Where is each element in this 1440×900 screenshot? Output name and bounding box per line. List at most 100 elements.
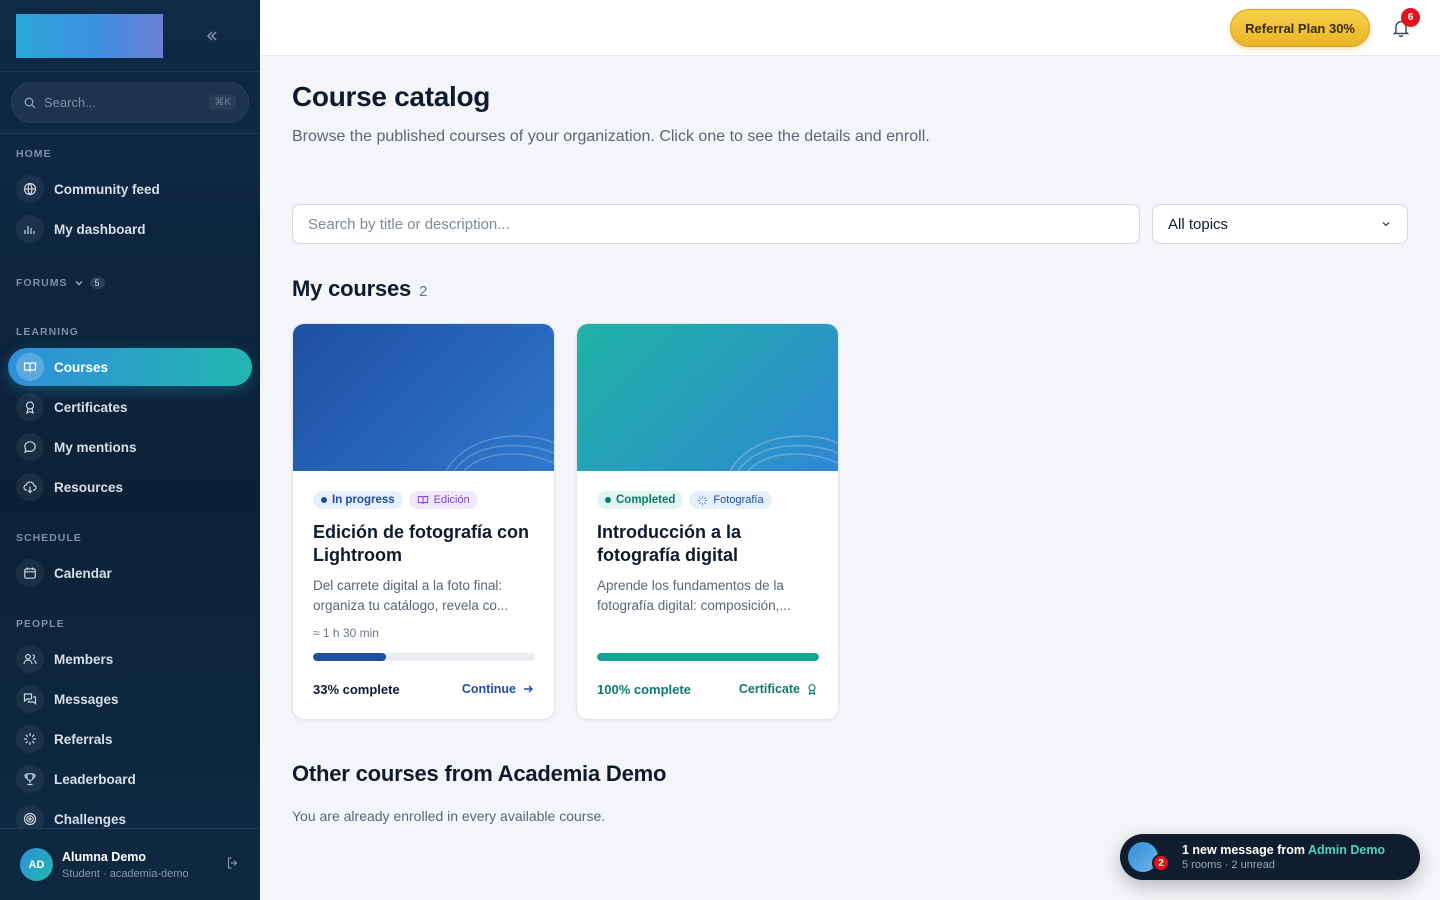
sidebar-item-label: Calendar xyxy=(54,565,112,581)
search-shortcut: ⌘K xyxy=(209,95,236,110)
toast-prefix: 1 new message from xyxy=(1182,843,1305,857)
chevron-down-icon xyxy=(75,281,82,286)
user-name: Alumna Demo xyxy=(62,849,147,864)
top-bar: Referral Plan 30% 6 xyxy=(260,0,1440,56)
course-duration: ≈ 1 h 30 min xyxy=(313,626,379,640)
section-learning: LEARNING xyxy=(16,326,79,338)
course-card[interactable]: Completed Fotografía Introducción a la f… xyxy=(576,323,839,720)
sidebar-item-referrals[interactable]: Referrals xyxy=(8,720,252,758)
award-icon xyxy=(808,684,816,695)
continue-button[interactable]: Continue xyxy=(462,682,534,696)
other-courses-heading: Other courses from Academia Demo xyxy=(292,761,667,786)
course-description: Aprende los fundamentos de la fotografía… xyxy=(597,576,820,616)
toast-title: 1 new message from Admin Demo xyxy=(1182,843,1385,857)
sidebar-item-community-feed[interactable]: Community feed xyxy=(8,170,252,208)
topic-select-value: All topics xyxy=(1168,215,1229,233)
sidebar-item-label: Community feed xyxy=(54,181,160,197)
toast-sender: Admin Demo xyxy=(1307,843,1386,857)
sidebar-item-label: Leaderboard xyxy=(54,771,136,787)
course-search-placeholder: Search by title or description... xyxy=(308,215,510,233)
forums-toggle[interactable]: FORUMS 5 xyxy=(16,277,105,289)
org-logo[interactable] xyxy=(16,13,163,58)
sidebar-item-calendar[interactable]: Calendar xyxy=(8,554,252,592)
topic-badge: Fotografía xyxy=(689,491,772,509)
sidebar-item-label: Challenges xyxy=(54,811,127,827)
sidebar-item-label: Resources xyxy=(54,479,124,495)
cover-arcs-decoration xyxy=(729,435,838,471)
course-card[interactable]: In progress Edición Edición de fotografí… xyxy=(292,323,555,720)
topic-badge-label: Edición xyxy=(433,494,470,506)
trophy-icon xyxy=(16,765,44,793)
sidebar-item-label: Courses xyxy=(54,359,109,375)
cloud-download-icon xyxy=(16,473,44,501)
user-profile-bar[interactable]: AD Alumna Demo Student · academia-demo xyxy=(0,828,260,900)
unread-count-badge: 2 xyxy=(1152,854,1170,872)
book-icon xyxy=(417,496,428,504)
sidebar-item-label: My mentions xyxy=(54,439,137,455)
certificate-button[interactable]: Certificate xyxy=(739,682,818,696)
sidebar-item-resources[interactable]: Resources xyxy=(8,468,252,506)
course-description-line: organiza tu catálogo, revela co... xyxy=(313,598,509,613)
sidebar-item-label: Messages xyxy=(54,691,119,707)
message-circle-icon xyxy=(16,433,44,461)
sidebar-item-label: Referrals xyxy=(54,731,113,747)
status-badge-label: Completed xyxy=(616,494,676,506)
sidebar-item-members[interactable]: Members xyxy=(8,640,252,678)
certificate-button-label: Certificate xyxy=(738,682,800,696)
referral-plan-button[interactable]: Referral Plan 30% xyxy=(1230,9,1370,47)
status-badge: In progress xyxy=(313,491,403,509)
new-message-toast[interactable]: 2 1 new message from Admin Demo 5 rooms … xyxy=(1120,834,1420,880)
course-cover-image xyxy=(577,324,838,471)
sidebar-item-leaderboard[interactable]: Leaderboard xyxy=(8,760,252,798)
course-progress-label: 33% complete xyxy=(313,682,400,697)
avatar[interactable]: AD xyxy=(20,848,53,881)
my-courses-count: 2 xyxy=(419,283,428,300)
course-description-line: Aprende los fundamentos de la xyxy=(597,578,784,593)
sparkle-icon xyxy=(16,725,44,753)
section-schedule: SCHEDULE xyxy=(16,532,82,544)
sidebar-item-label: Certificates xyxy=(54,399,128,415)
my-courses-heading-text: My courses xyxy=(292,276,412,301)
sidebar-search-input[interactable]: Search... ⌘K xyxy=(11,82,249,123)
course-cover-image xyxy=(293,324,554,471)
users-icon xyxy=(16,645,44,673)
messages-icon xyxy=(16,685,44,713)
award-icon xyxy=(16,393,44,421)
course-progress-bar xyxy=(313,653,535,661)
other-courses-empty-message: You are already enrolled in every availa… xyxy=(292,808,606,824)
collapse-sidebar-icon[interactable] xyxy=(203,27,221,45)
sidebar-item-label: Members xyxy=(54,651,114,667)
sidebar: Search... ⌘K HOME Community feed My dash… xyxy=(0,0,260,900)
arrow-right-icon xyxy=(524,685,533,693)
sidebar-item-courses[interactable]: Courses xyxy=(8,348,252,386)
sidebar-item-label: My dashboard xyxy=(54,221,146,237)
notification-count-badge: 6 xyxy=(1401,8,1420,27)
status-badge: Completed xyxy=(597,491,684,509)
sidebar-item-certificates[interactable]: Certificates xyxy=(8,388,252,426)
section-home: HOME xyxy=(16,148,52,160)
sidebar-item-my-dashboard[interactable]: My dashboard xyxy=(8,210,252,248)
chevron-down-icon xyxy=(1382,222,1390,227)
sidebar-header xyxy=(0,0,260,72)
cover-arcs-decoration xyxy=(445,435,554,471)
page-title: Course catalog xyxy=(292,81,491,112)
section-forums: FORUMS xyxy=(16,277,68,289)
course-description: Del carrete digital a la foto final: org… xyxy=(313,576,536,616)
sidebar-item-messages[interactable]: Messages xyxy=(8,680,252,718)
book-icon xyxy=(16,353,44,381)
course-title[interactable]: Edición de fotografía con Lightroom xyxy=(313,521,536,567)
course-search-input[interactable]: Search by title or description... xyxy=(292,204,1140,244)
sidebar-item-my-mentions[interactable]: My mentions xyxy=(8,428,252,466)
topic-select[interactable]: All topics xyxy=(1152,204,1408,244)
course-progress-label: 100% complete xyxy=(597,682,691,697)
course-progress-bar xyxy=(597,653,819,661)
user-role: Student · academia-demo xyxy=(62,867,189,880)
course-progress-fill xyxy=(597,653,819,661)
course-title[interactable]: Introducción a la fotografía digital xyxy=(597,521,820,567)
sparkle-icon xyxy=(698,495,708,505)
course-description-line: fotografía digital: composición,... xyxy=(597,598,791,613)
globe-icon xyxy=(16,175,44,203)
toast-detail: 5 rooms · 2 unread xyxy=(1182,859,1275,871)
logout-icon[interactable] xyxy=(226,856,240,875)
search-icon xyxy=(24,97,36,108)
